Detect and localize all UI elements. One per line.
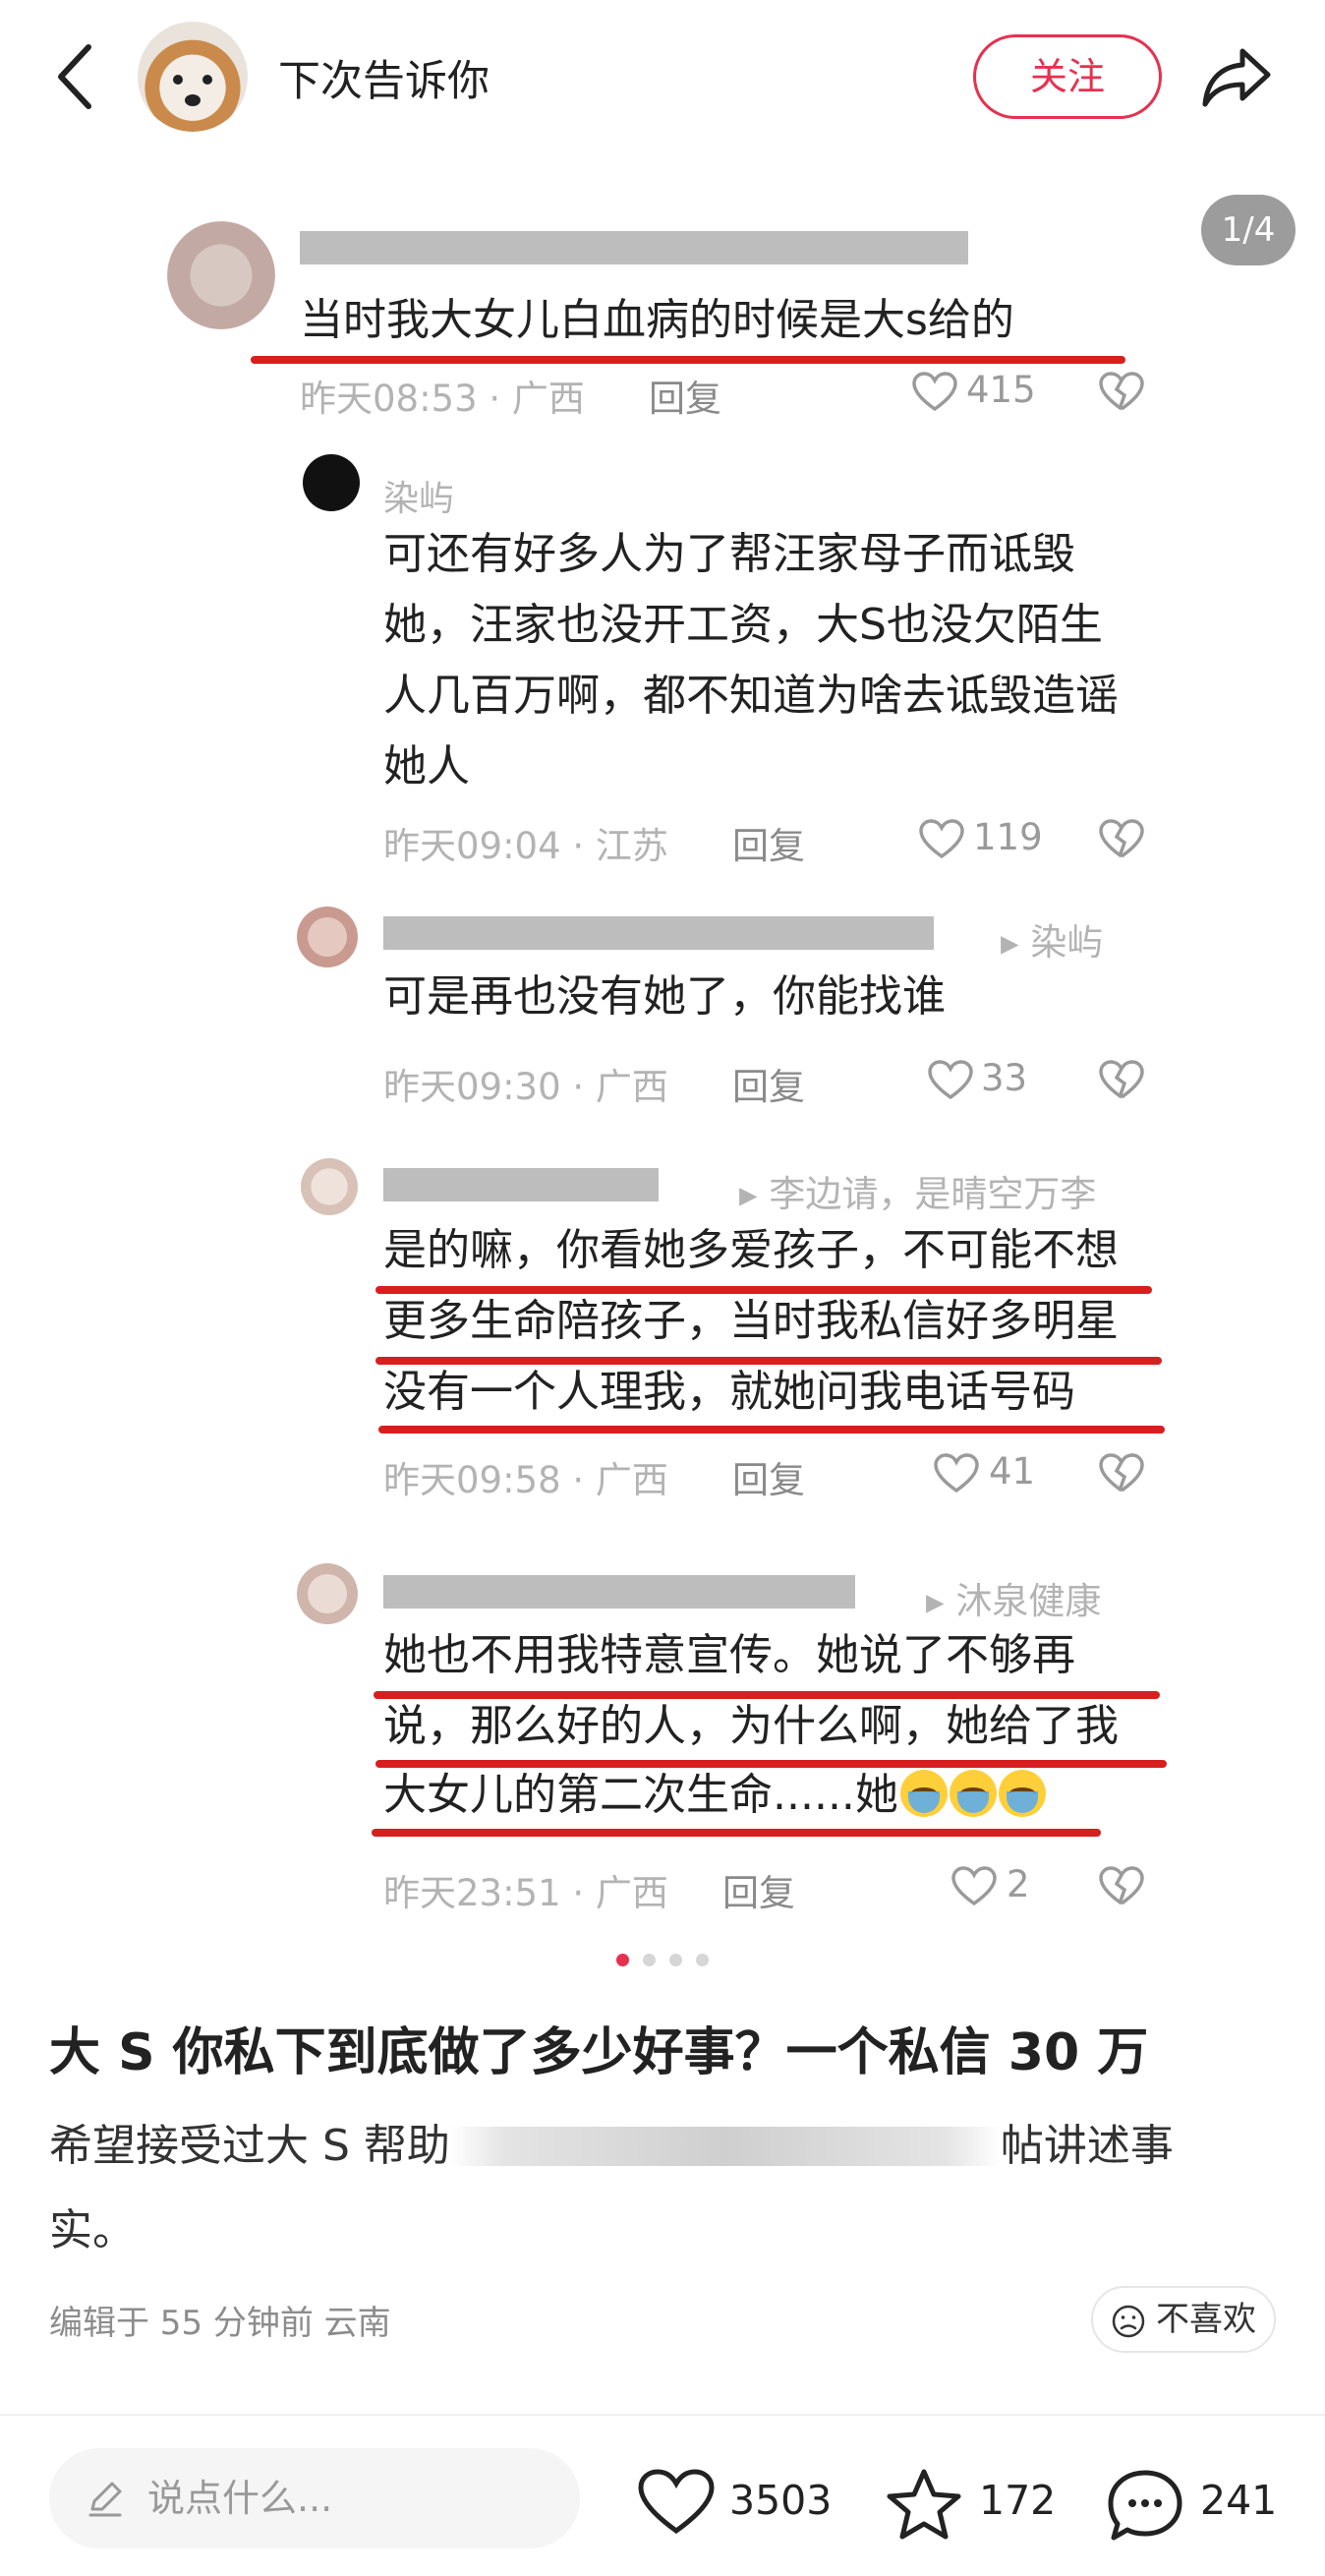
comment-text-line: 她人 — [383, 741, 470, 791]
comment-text: 当时我大女儿白血病的时候是大s给的 — [300, 295, 1014, 345]
reply-to-user: ▸ 李边请，是晴空万李 — [739, 1173, 1097, 1215]
commenter-avatar — [167, 221, 275, 329]
post-body-text: 实。 — [49, 2205, 136, 2255]
reply-label: 回复 — [732, 825, 805, 867]
carousel-dot[interactable] — [696, 1954, 709, 1966]
heart-icon — [934, 1453, 979, 1493]
comment-text-line: 说，那么好的人，为什么啊，她给了我 — [383, 1701, 1119, 1751]
comment-text-span: 大女儿的第二次生命......她 — [383, 1770, 898, 1820]
comment-text-line: 她，汪家也没开工资，大S也没欠陌生 — [383, 600, 1103, 650]
reply-label: 回复 — [722, 1872, 795, 1914]
like-count: 33 — [981, 1057, 1028, 1099]
frown-face-icon — [1112, 2305, 1145, 2338]
carousel-dots — [0, 1952, 1325, 1971]
heart-icon — [928, 1060, 973, 1100]
back-button[interactable] — [47, 39, 106, 114]
author-avatar[interactable] — [138, 22, 248, 132]
page-indicator: 1/4 — [1201, 195, 1296, 265]
commenter-avatar — [303, 454, 360, 511]
post-body: 希望接受过大 S 帮助 帖讲述事 实。 — [49, 2104, 1278, 2273]
crying-emoji-icon — [998, 1770, 1046, 1817]
heart-icon — [912, 372, 957, 412]
divider — [0, 2414, 1325, 2416]
follow-button[interactable]: 关注 — [973, 34, 1162, 119]
author-name[interactable]: 下次告诉你 — [278, 47, 490, 108]
comment-button[interactable]: 241 — [1106, 2456, 1283, 2545]
commenter-avatar — [301, 1158, 358, 1215]
like-count: 119 — [973, 816, 1043, 858]
blurred-username — [383, 1575, 855, 1609]
comment-text-line: 是的嘛，你看她多爱孩子，不可能不想 — [383, 1225, 1119, 1275]
like-count: 415 — [966, 369, 1036, 411]
dislike-button[interactable]: 不喜欢 — [1091, 2286, 1276, 2353]
collect-count: 172 — [979, 2477, 1057, 2524]
blurred-username — [383, 1168, 659, 1201]
carousel-dot[interactable] — [669, 1954, 682, 1966]
broken-heart-icon — [1099, 1866, 1144, 1905]
comment-input[interactable]: 说点什么... — [49, 2448, 580, 2548]
reply-label: 回复 — [649, 378, 721, 420]
post-body-text: 希望接受过大 S 帮助 — [49, 2121, 450, 2171]
share-icon — [1202, 48, 1271, 107]
share-button[interactable] — [1199, 39, 1274, 114]
comment-text-line: 人几百万啊，都不知道为啥去诋毁造谣 — [383, 671, 1119, 721]
comment-time-location: 昨天09:04 · 江苏 — [383, 825, 668, 867]
comment-placeholder: 说点什么... — [147, 2477, 333, 2520]
crying-emoji-icon — [949, 1770, 997, 1817]
like-button[interactable]: 3503 — [637, 2456, 843, 2545]
broken-heart-icon — [1099, 819, 1144, 858]
blurred-text — [449, 2127, 1001, 2166]
dislike-label: 不喜欢 — [1156, 2300, 1256, 2339]
chat-bubble-icon — [1108, 2470, 1182, 2541]
comment-time-location: 昨天08:53 · 广西 — [300, 378, 585, 420]
carousel-dot[interactable] — [643, 1954, 656, 1966]
broken-heart-icon — [1099, 1060, 1144, 1099]
heart-icon — [951, 1866, 997, 1906]
blurred-username — [383, 916, 934, 950]
comment-time-location: 昨天09:30 · 广西 — [383, 1066, 668, 1108]
comment-text-line: 没有一个人理我，就她问我电话号码 — [383, 1367, 1075, 1417]
comment-time-location: 昨天23:51 · 广西 — [383, 1872, 668, 1914]
highlight-underline — [251, 356, 1125, 364]
highlight-underline — [372, 1829, 1101, 1837]
commenter-avatar — [297, 1563, 358, 1624]
comment-text-line: 更多生命陪孩子，当时我私信好多明星 — [383, 1296, 1119, 1346]
comment-text: 可是再也没有她了，你能找谁 — [383, 971, 946, 1022]
like-count: 2 — [1007, 1863, 1030, 1905]
broken-heart-icon — [1099, 372, 1144, 411]
reply-to-user: ▸ 沐泉健康 — [926, 1580, 1102, 1622]
heart-icon — [638, 2469, 715, 2535]
heart-icon — [919, 819, 964, 859]
star-icon — [887, 2469, 961, 2540]
like-count: 41 — [989, 1450, 1036, 1493]
collect-button[interactable]: 172 — [885, 2456, 1062, 2545]
top-bar: 下次告诉你 关注 — [0, 0, 1325, 157]
chevron-left-icon — [58, 44, 91, 109]
post-image[interactable]: 1/4 当时我大女儿白血病的时候是大s给的 昨天08:53 · 广西 回复 41… — [0, 167, 1325, 1937]
reply-label: 回复 — [732, 1459, 805, 1501]
crying-emoji-icon — [899, 1770, 948, 1817]
post-title: 大 S 你私下到底做了多少好事？一个私信 30 万 — [49, 2023, 1149, 2082]
comment-count: 241 — [1200, 2477, 1278, 2524]
comment-text-line: 可还有好多人为了帮汪家母子而诋毁 — [383, 529, 1075, 579]
like-count: 3503 — [729, 2477, 833, 2524]
commenter-name: 染屿 — [383, 479, 455, 519]
commenter-avatar — [297, 907, 358, 967]
comment-text-line: 大女儿的第二次生命......她 — [383, 1760, 1046, 1831]
pencil-icon — [88, 2482, 122, 2517]
post-edit-info: 编辑于 55 分钟前 云南 — [49, 2304, 391, 2343]
broken-heart-icon — [1099, 1453, 1144, 1493]
highlight-underline — [378, 1426, 1165, 1434]
reply-to-user: ▸ 染屿 — [1001, 921, 1104, 964]
comment-time-location: 昨天09:58 · 广西 — [383, 1459, 668, 1501]
reply-label: 回复 — [732, 1066, 805, 1108]
post-body-text: 帖讲述事 — [1000, 2121, 1174, 2171]
carousel-dot-active[interactable] — [616, 1954, 629, 1966]
blurred-username — [300, 231, 968, 264]
comment-text-line: 她也不用我特意宣传。她说了不够再 — [383, 1630, 1075, 1680]
